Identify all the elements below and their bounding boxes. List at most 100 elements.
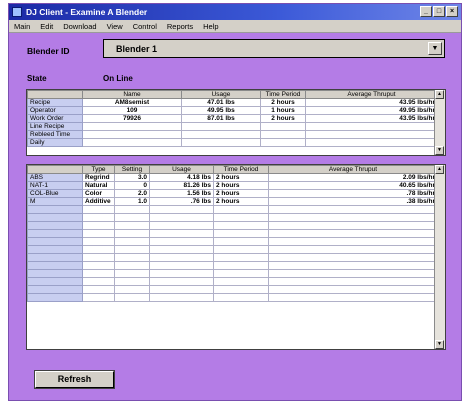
empty-cell[interactable] <box>114 285 150 294</box>
empty-cell[interactable] <box>149 285 214 294</box>
scroll-up-icon[interactable]: ▲ <box>435 165 444 174</box>
name-cell[interactable]: AM8semist <box>82 98 182 107</box>
empty-cell[interactable] <box>268 285 438 294</box>
name-cell[interactable] <box>82 130 182 139</box>
empty-cell[interactable] <box>149 221 214 230</box>
empty-cell[interactable] <box>114 253 150 262</box>
column-header[interactable]: Name <box>82 90 182 99</box>
empty-cell[interactable] <box>268 221 438 230</box>
usage-cell[interactable] <box>181 138 261 147</box>
name-cell[interactable] <box>82 122 182 131</box>
name-cell[interactable]: 109 <box>82 106 182 115</box>
table-row[interactable] <box>27 277 438 286</box>
empty-cell[interactable] <box>82 261 115 270</box>
period-cell[interactable] <box>260 130 306 139</box>
name-cell[interactable]: 79926 <box>82 114 182 123</box>
empty-cell[interactable] <box>149 293 214 302</box>
empty-cell[interactable] <box>114 269 150 278</box>
thruput-cell[interactable]: 49.95 lbs/hr <box>305 106 438 115</box>
row-header[interactable]: Line Recipe <box>27 122 83 131</box>
table-row[interactable]: Line Recipe <box>27 122 438 131</box>
setting-cell[interactable]: 3.0 <box>114 173 150 182</box>
usage-cell[interactable]: 87.01 lbs <box>181 114 261 123</box>
refresh-button[interactable]: Refresh <box>34 370 115 389</box>
empty-cell[interactable] <box>82 285 115 294</box>
empty-cell[interactable] <box>268 205 438 214</box>
empty-cell[interactable] <box>82 293 115 302</box>
scroll-down-icon[interactable]: ▼ <box>435 340 444 349</box>
empty-cell[interactable] <box>149 213 214 222</box>
ingredient-name-cell[interactable]: M <box>27 197 83 206</box>
row-header[interactable] <box>27 269 83 278</box>
row-header[interactable] <box>27 237 83 246</box>
row-header[interactable] <box>27 253 83 262</box>
empty-cell[interactable] <box>213 245 269 254</box>
empty-cell[interactable] <box>213 237 269 246</box>
menu-download[interactable]: Download <box>63 22 96 31</box>
usage-cell[interactable]: 47.01 lbs <box>181 98 261 107</box>
thruput-cell[interactable]: 43.95 lbs/hr <box>305 114 438 123</box>
row-header[interactable] <box>27 261 83 270</box>
row-header[interactable] <box>27 277 83 286</box>
menu-view[interactable]: View <box>107 22 123 31</box>
usage-cell[interactable]: .76 lbs <box>149 197 214 206</box>
period-cell[interactable]: 1 hours <box>260 106 306 115</box>
empty-cell[interactable] <box>82 205 115 214</box>
table-row[interactable] <box>27 237 438 246</box>
row-header[interactable]: Daily <box>27 138 83 147</box>
row-header[interactable] <box>27 245 83 254</box>
menu-help[interactable]: Help <box>203 22 218 31</box>
row-header[interactable]: Work Order <box>27 114 83 123</box>
table-row[interactable]: Rebleed Time <box>27 130 438 139</box>
column-header[interactable]: Time Period <box>213 165 269 174</box>
thruput-cell[interactable] <box>305 130 438 139</box>
table-row[interactable]: Recipe AM8semist 47.01 lbs 2 hours 43.95 lbs… <box>27 98 438 107</box>
table-row[interactable]: Work Order 79926 87.01 lbs 2 hours 43.95 lbs… <box>27 114 438 123</box>
period-cell[interactable]: 2 hours <box>213 189 269 198</box>
period-cell[interactable] <box>260 138 306 147</box>
empty-cell[interactable] <box>268 293 438 302</box>
menu-main[interactable]: Main <box>14 22 30 31</box>
empty-cell[interactable] <box>213 261 269 270</box>
empty-cell[interactable] <box>149 245 214 254</box>
empty-cell[interactable] <box>213 285 269 294</box>
table-row[interactable]: Operator 109 49.95 lbs 1 hours 49.95 lbs/hr <box>27 106 438 115</box>
scroll-down-icon[interactable]: ▼ <box>435 146 444 155</box>
setting-cell[interactable]: 2.0 <box>114 189 150 198</box>
row-header[interactable] <box>27 213 83 222</box>
empty-cell[interactable] <box>82 269 115 278</box>
empty-cell[interactable] <box>268 213 438 222</box>
row-header[interactable] <box>27 285 83 294</box>
empty-cell[interactable] <box>213 205 269 214</box>
setting-cell[interactable]: 0 <box>114 181 150 190</box>
empty-cell[interactable] <box>82 237 115 246</box>
menu-control[interactable]: Control <box>133 22 157 31</box>
empty-cell[interactable] <box>82 245 115 254</box>
column-header[interactable]: Average Thruput <box>305 90 438 99</box>
column-header[interactable]: Average Thruput <box>268 165 438 174</box>
empty-cell[interactable] <box>268 261 438 270</box>
scroll-up-icon[interactable]: ▲ <box>435 90 444 99</box>
column-header[interactable] <box>27 90 83 99</box>
thruput-cell[interactable]: 43.95 lbs/hr <box>305 98 438 107</box>
chevron-down-icon[interactable]: ▼ <box>428 42 442 55</box>
empty-cell[interactable] <box>114 261 150 270</box>
period-cell[interactable]: 2 hours <box>260 114 306 123</box>
usage-cell[interactable] <box>181 130 261 139</box>
thruput-cell[interactable] <box>305 122 438 131</box>
column-header[interactable]: Setting <box>114 165 150 174</box>
empty-cell[interactable] <box>114 221 150 230</box>
table-row[interactable] <box>27 261 438 270</box>
column-header[interactable]: Usage <box>149 165 214 174</box>
period-cell[interactable]: 2 hours <box>213 197 269 206</box>
period-cell[interactable]: 2 hours <box>213 181 269 190</box>
empty-cell[interactable] <box>213 229 269 238</box>
column-header[interactable] <box>27 165 83 174</box>
title-bar[interactable]: DJ Client - Examine A Blender _ □ × <box>9 4 461 20</box>
empty-cell[interactable] <box>268 229 438 238</box>
type-cell[interactable]: Natural <box>82 181 115 190</box>
menu-reports[interactable]: Reports <box>167 22 193 31</box>
column-header[interactable]: Usage <box>181 90 261 99</box>
usage-cell[interactable]: 49.95 lbs <box>181 106 261 115</box>
period-cell[interactable] <box>260 122 306 131</box>
